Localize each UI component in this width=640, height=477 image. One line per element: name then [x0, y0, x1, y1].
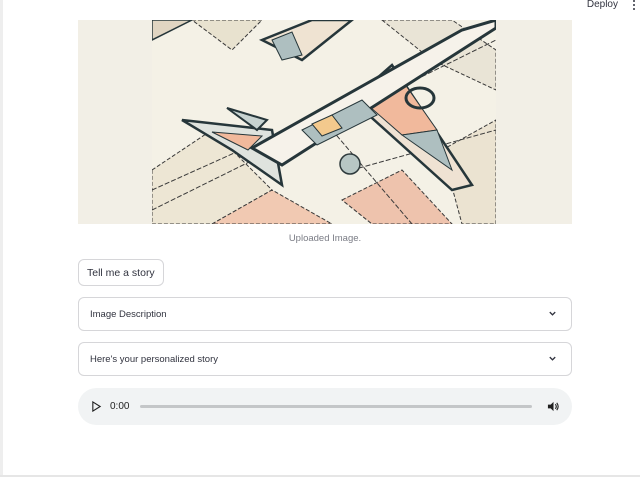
- expander-personalized-story[interactable]: Here's your personalized story: [78, 342, 572, 376]
- deploy-button[interactable]: Deploy: [587, 0, 618, 10]
- tell-story-button[interactable]: Tell me a story: [78, 259, 164, 286]
- audio-player: 0:00: [78, 388, 572, 425]
- chevron-down-icon: [549, 311, 556, 316]
- play-icon[interactable]: [91, 401, 102, 412]
- chevron-down-icon: [549, 356, 556, 361]
- image-caption: Uploaded Image.: [288, 233, 362, 244]
- expander-label: Image Description: [90, 309, 167, 320]
- volume-icon[interactable]: [547, 400, 560, 413]
- uploaded-image: [78, 20, 572, 224]
- menu-dots-icon[interactable]: [632, 0, 636, 10]
- top-bar: Deploy: [0, 0, 640, 14]
- expander-image-description[interactable]: Image Description: [78, 297, 572, 331]
- audio-time: 0:00: [110, 401, 130, 412]
- airplane-illustration: [152, 20, 496, 224]
- audio-seek-bar[interactable]: [140, 405, 532, 408]
- expander-label: Here's your personalized story: [90, 354, 219, 365]
- left-edge-divider: [0, 0, 3, 477]
